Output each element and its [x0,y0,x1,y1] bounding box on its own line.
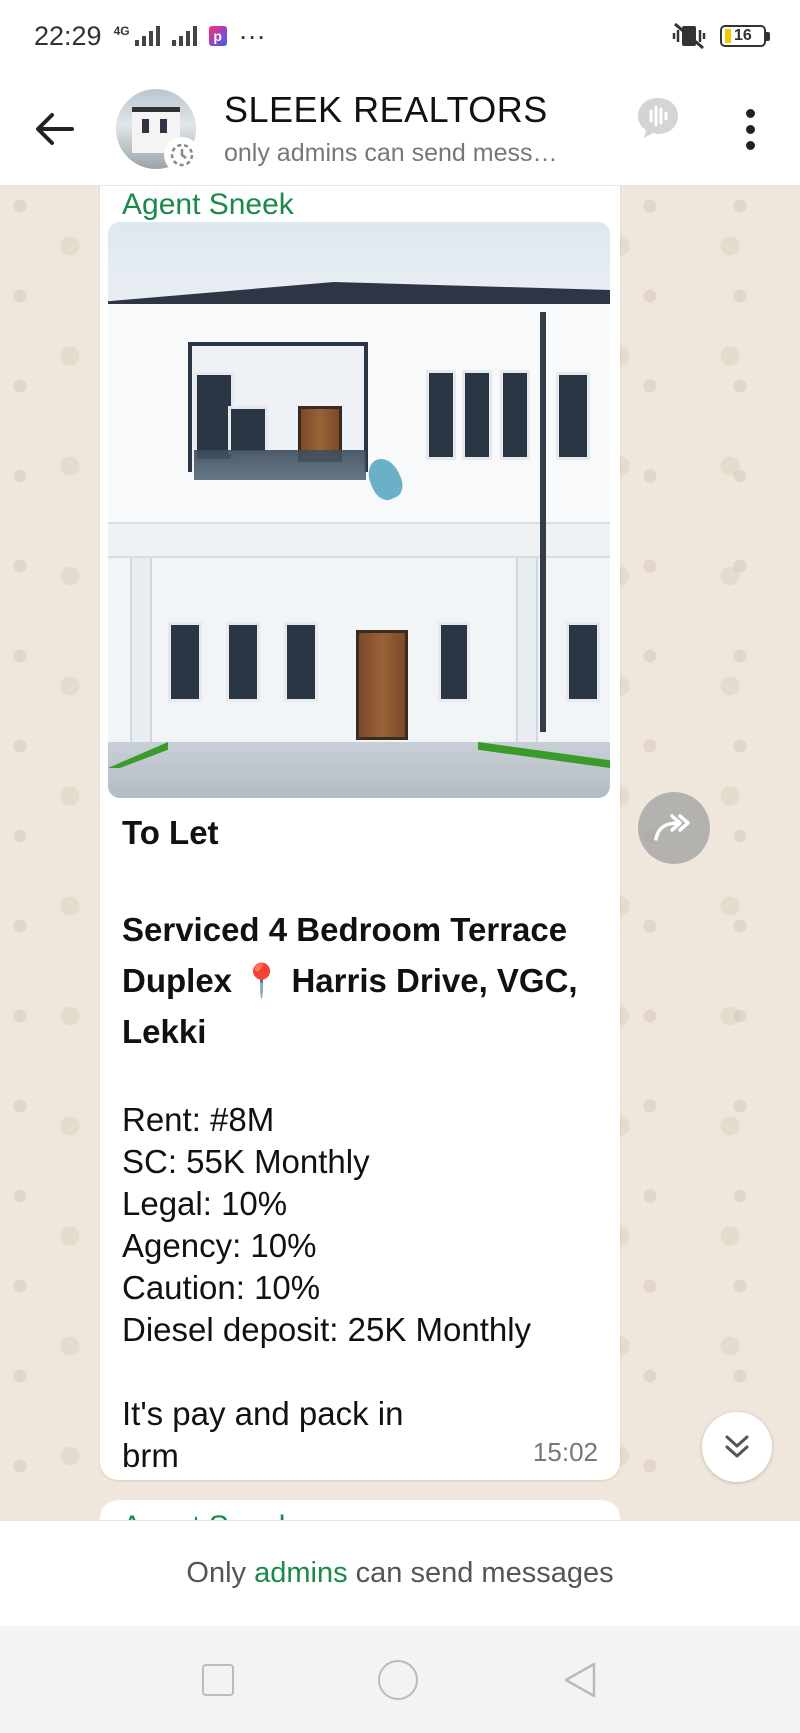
message-closing-line-1: It's pay and pack in [122,1395,404,1432]
status-more: ··· [238,20,266,51]
notice-suffix: can send messages [347,1557,614,1589]
status-left: 22:29 4G p ··· [34,21,266,52]
status-bar: 22:29 4G p ··· 16 [0,0,800,72]
spec-caution: Caution: 10% [122,1269,321,1306]
group-info[interactable]: SLEEK REALTORS only admins can send mess… [224,89,594,168]
forward-icon [654,814,690,841]
group-subtitle: only admins can send mess… [224,139,558,167]
battery-icon: 16 [720,25,770,47]
location-pin-icon: 📍 [241,962,283,999]
group-avatar[interactable] [116,88,200,173]
more-vert-icon [745,108,755,118]
forward-button[interactable] [638,792,710,864]
status-time: 22:29 [34,20,102,51]
system-nav-bar [0,1626,800,1733]
signal-icon-1: 4G [113,24,160,46]
spec-legal: Legal: 10% [122,1185,288,1222]
signal-icon-2 [171,26,197,46]
admins-only-notice: Only admins can send messages [0,1520,800,1626]
voice-chat-icon [638,98,678,138]
nav-recents-icon[interactable] [202,1663,234,1696]
admins-link[interactable]: admins [254,1557,348,1590]
scroll-to-bottom-button[interactable] [702,1412,772,1482]
back-arrow-icon [36,112,74,145]
message-bubble[interactable]: Agent Sneek To Let Serviced 4 Bedroom Te… [100,186,620,1480]
spec-service-charge: SC: 55K Monthly [122,1143,370,1180]
voice-chat-button[interactable] [634,94,682,142]
message-sender[interactable]: Agent Sneek [122,188,294,222]
nav-back-icon[interactable] [562,1660,598,1700]
spec-list: Rent: #8M SC: 55K Monthly Legal: 10% Age… [122,1099,602,1351]
avatar-status-icon [164,136,200,173]
more-options-button[interactable] [730,94,770,164]
house-photo[interactable] [108,222,610,798]
app-notification-icon: p [208,26,227,46]
network-type: 4G [113,24,130,38]
message-time: 15:02 [532,1437,598,1467]
listing-title: To Let [122,814,219,851]
group-name: SLEEK REALTORS [224,89,548,130]
listing-headline: Serviced 4 Bedroom Terrace Duplex 📍 Harr… [122,904,602,1057]
spec-rent: Rent: #8M [122,1101,275,1138]
battery-level: 16 [734,27,752,44]
nav-home-icon[interactable] [378,1659,418,1700]
chat-area[interactable]: Agent Sneek To Let Serviced 4 Bedroom Te… [0,186,800,1520]
vibrate-mute-icon [672,22,706,50]
next-message-bubble[interactable]: Agent Sneek [100,1500,620,1520]
back-button[interactable] [22,97,86,161]
spec-diesel: Diesel deposit: 25K Monthly [122,1311,532,1348]
message-text: To Let Serviced 4 Bedroom Terrace Duplex… [122,812,602,1477]
scroll-down-icon [725,1435,749,1458]
message-closing-line-2: brm [122,1437,179,1474]
next-message-sender[interactable]: Agent Sneek [122,1510,294,1520]
chat-header: SLEEK REALTORS only admins can send mess… [0,72,800,186]
notice-prefix: Only [186,1557,255,1589]
status-right: 16 [672,22,770,50]
spec-agency: Agency: 10% [122,1227,317,1264]
